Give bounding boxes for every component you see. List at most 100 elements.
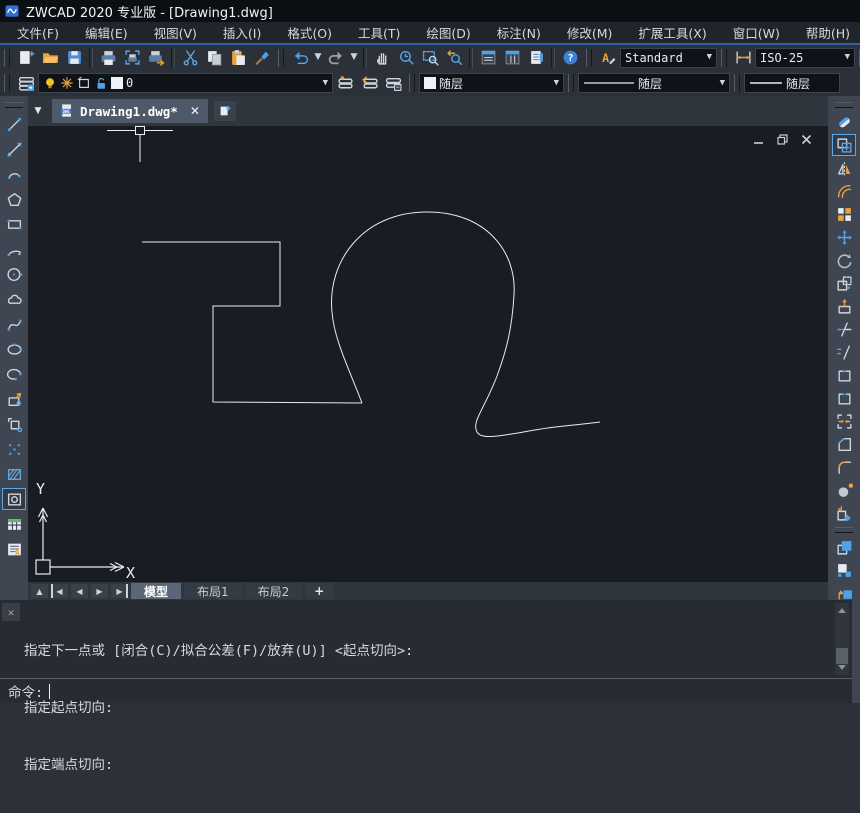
- toolbar-grip[interactable]: [5, 102, 23, 108]
- menu-window[interactable]: 窗口(W): [720, 21, 793, 44]
- layer-select[interactable]: 0 ▼: [38, 73, 333, 93]
- color-select[interactable]: 随层 ▼: [419, 73, 564, 93]
- menu-edit[interactable]: 编辑(E): [72, 21, 141, 44]
- tab-model[interactable]: 模型: [131, 583, 181, 599]
- close-tab-icon[interactable]: ✕: [184, 104, 200, 118]
- paste-button[interactable]: [226, 47, 250, 69]
- first-tab-button[interactable]: ◀: [51, 584, 68, 598]
- toolbar-grip[interactable]: [734, 74, 740, 92]
- save-button[interactable]: [62, 47, 86, 69]
- new-button[interactable]: [14, 47, 38, 69]
- circle-button[interactable]: [2, 263, 26, 285]
- ellipse-arc-button[interactable]: [2, 363, 26, 385]
- command-input-row[interactable]: 命令:: [8, 680, 50, 702]
- zoom-window-button[interactable]: [418, 47, 442, 69]
- scrollbar-thumb[interactable]: [836, 648, 848, 664]
- send-to-back-button[interactable]: [832, 559, 856, 581]
- mtext-button[interactable]: A: [2, 538, 26, 560]
- restore-icon[interactable]: [777, 134, 788, 145]
- linetype-select[interactable]: 随层 ▼: [578, 73, 730, 93]
- hatch-button[interactable]: [2, 463, 26, 485]
- menu-express-tools[interactable]: 扩展工具(X): [625, 21, 719, 44]
- menu-modify[interactable]: 修改(M): [554, 21, 626, 44]
- polygon-button[interactable]: [2, 188, 26, 210]
- copy-object-button[interactable]: [832, 134, 856, 156]
- table-button[interactable]: [2, 513, 26, 535]
- text-style-button[interactable]: A: [596, 47, 620, 69]
- layer-properties-button[interactable]: [14, 72, 38, 94]
- toolbar-grip[interactable]: [409, 74, 415, 92]
- make-layer-current-button[interactable]: [333, 72, 357, 94]
- prev-tab-button[interactable]: ◀: [71, 584, 88, 598]
- tool-palette-button[interactable]: [524, 47, 548, 69]
- drawing-canvas[interactable]: X Y: [28, 126, 828, 582]
- join-button[interactable]: [832, 410, 856, 432]
- mirror-button[interactable]: [832, 157, 856, 179]
- construction-line-button[interactable]: [2, 138, 26, 160]
- menu-draw[interactable]: 绘图(D): [413, 21, 483, 44]
- rotate-button[interactable]: [832, 249, 856, 271]
- print-button[interactable]: [96, 47, 120, 69]
- minimize-icon[interactable]: [753, 134, 764, 145]
- menu-format[interactable]: 格式(O): [274, 21, 345, 44]
- close-icon[interactable]: [801, 134, 812, 145]
- menu-insert[interactable]: 插入(I): [210, 21, 274, 44]
- dim-style-select[interactable]: ISO-25 ▼: [755, 48, 855, 68]
- tab-expand-button[interactable]: ▲: [31, 584, 48, 598]
- tab-layout2[interactable]: 布局2: [245, 583, 303, 599]
- plot-button[interactable]: [144, 47, 168, 69]
- properties-palette-button[interactable]: [476, 47, 500, 69]
- toolbar-grip[interactable]: [4, 74, 10, 92]
- last-tab-button[interactable]: ▶: [111, 584, 128, 598]
- print-preview-button[interactable]: [120, 47, 144, 69]
- toolbar-grip[interactable]: [721, 49, 727, 67]
- scale-button[interactable]: [832, 272, 856, 294]
- arc-button[interactable]: [2, 238, 26, 260]
- array-button[interactable]: [832, 203, 856, 225]
- menu-file[interactable]: 文件(F): [4, 21, 72, 44]
- toolbar-grip[interactable]: [278, 49, 284, 67]
- layer-states-button[interactable]: [381, 72, 405, 94]
- redo-dropdown-button[interactable]: ▼: [348, 47, 360, 69]
- scroll-down-icon[interactable]: [838, 665, 846, 670]
- fillet-button[interactable]: [832, 456, 856, 478]
- toolbar-grip[interactable]: [586, 49, 592, 67]
- blend-curves-button[interactable]: [832, 479, 856, 501]
- next-tab-button[interactable]: ▶: [91, 584, 108, 598]
- copy-button[interactable]: [202, 47, 226, 69]
- command-close-button[interactable]: ✕: [2, 603, 20, 621]
- trim-button[interactable]: [832, 318, 856, 340]
- redo-button[interactable]: [324, 47, 348, 69]
- tab-list-button[interactable]: ▼: [30, 101, 46, 121]
- region-button[interactable]: [2, 488, 26, 510]
- add-layout-button[interactable]: +: [305, 583, 333, 599]
- toolbar-grip[interactable]: [568, 74, 574, 92]
- break-at-point-button[interactable]: [832, 364, 856, 386]
- ellipse-button[interactable]: [2, 338, 26, 360]
- bring-above-objects-button[interactable]: [832, 582, 856, 600]
- bring-to-front-button[interactable]: [832, 536, 856, 558]
- dim-style-button[interactable]: [731, 47, 755, 69]
- chamfer-button[interactable]: [832, 433, 856, 455]
- help-button[interactable]: ?: [558, 47, 582, 69]
- erase-button[interactable]: [832, 111, 856, 133]
- stretch-button[interactable]: [832, 295, 856, 317]
- undo-button[interactable]: [288, 47, 312, 69]
- text-style-select[interactable]: Standard ▼: [620, 48, 717, 68]
- lineweight-select[interactable]: 随层: [744, 73, 840, 93]
- layer-previous-button[interactable]: [357, 72, 381, 94]
- polyline-button[interactable]: [2, 163, 26, 185]
- menu-view[interactable]: 视图(V): [141, 21, 210, 44]
- break-button[interactable]: [832, 387, 856, 409]
- zoom-previous-button[interactable]: [442, 47, 466, 69]
- toolbar-grip[interactable]: [835, 527, 853, 533]
- design-center-button[interactable]: [500, 47, 524, 69]
- open-button[interactable]: [38, 47, 62, 69]
- document-tab[interactable]: DWG Drawing1.dwg* ✕: [52, 99, 208, 123]
- format-painter-button[interactable]: [250, 47, 274, 69]
- scroll-up-icon[interactable]: [838, 608, 846, 613]
- toolbar-grip[interactable]: [4, 49, 10, 67]
- revision-cloud-button[interactable]: [2, 288, 26, 310]
- menu-dimension[interactable]: 标注(N): [484, 21, 554, 44]
- toolbar-grip[interactable]: [835, 102, 853, 108]
